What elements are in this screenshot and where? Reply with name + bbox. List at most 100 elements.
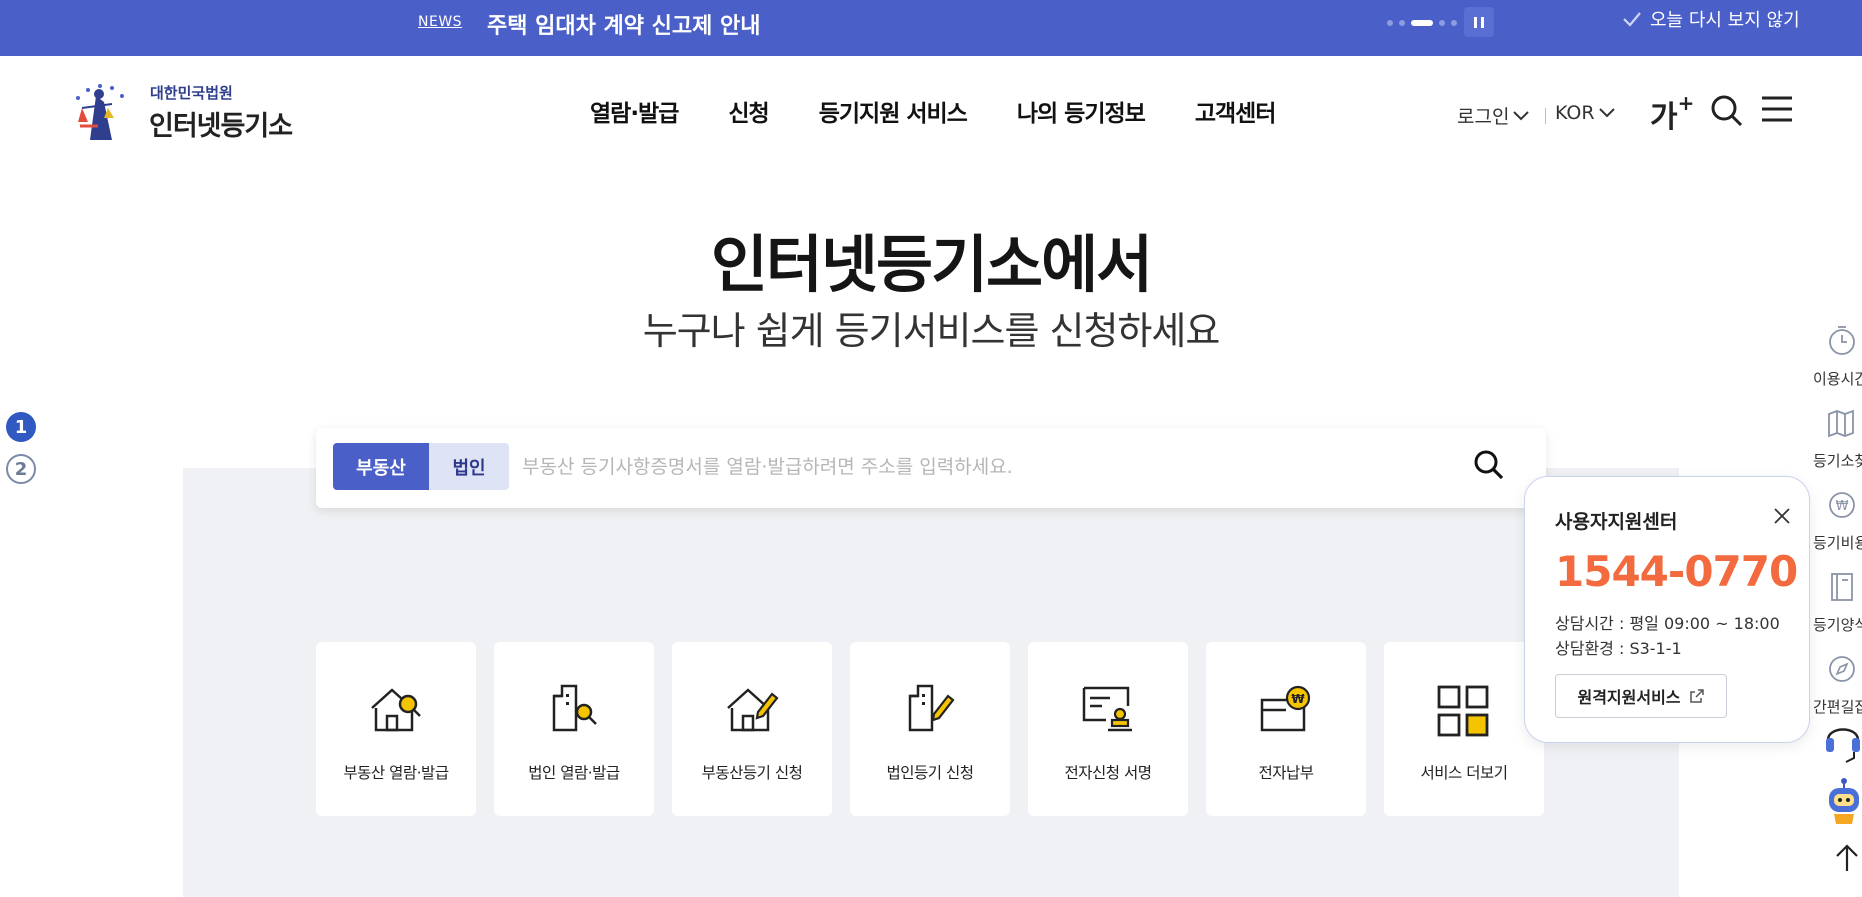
service-card-label: 서비스 더보기 xyxy=(1420,764,1509,782)
hamburger-menu-icon xyxy=(1762,96,1792,122)
headset-icon[interactable] xyxy=(1824,718,1862,768)
font-size-plus: + xyxy=(1677,91,1695,115)
service-card-e-signature[interactable]: 전자신청 서명 xyxy=(1028,642,1188,816)
slide-pager-1[interactable]: 1 xyxy=(6,412,36,442)
font-size-button[interactable]: 가+ xyxy=(1650,91,1695,136)
compass-icon xyxy=(1829,656,1855,682)
login-label: 로그인 xyxy=(1457,106,1510,128)
service-card-label: 법인등기 신청 xyxy=(886,764,975,782)
header-search-button[interactable] xyxy=(1710,94,1744,132)
tab-real-estate[interactable]: 부동산 xyxy=(333,443,429,490)
search-icon xyxy=(1711,95,1743,127)
service-card-real-estate-apply[interactable]: 부동산등기 신청 xyxy=(672,642,832,816)
quick-item-label: 등기소찾 xyxy=(1813,452,1862,470)
close-icon xyxy=(1774,508,1790,524)
news-slide-indicator xyxy=(1387,20,1457,26)
logo-site-name: 인터넷등기소 xyxy=(149,111,293,142)
pause-icon xyxy=(1481,16,1484,28)
document-stamp-icon xyxy=(1082,686,1132,732)
service-card-corporation-view[interactable]: 법인 열람·발급 xyxy=(494,642,654,816)
news-headline-link[interactable]: 주택 임대차 계약 신고제 안내 xyxy=(487,8,761,40)
quick-item-guide[interactable]: 간편길잡 xyxy=(1800,654,1862,724)
logo-court-name: 대한민국법원 xyxy=(150,84,233,102)
quick-item-label: 이용시간 xyxy=(1813,370,1862,388)
map-icon xyxy=(1828,409,1854,438)
news-dot[interactable] xyxy=(1439,20,1445,26)
tab-corporation[interactable]: 법인 xyxy=(429,443,509,490)
support-close-button[interactable] xyxy=(1773,507,1791,529)
won-coin-icon: ₩ xyxy=(1829,492,1855,518)
dismiss-today-button[interactable]: 오늘 다시 보지 않기 xyxy=(1622,6,1800,32)
service-card-label: 부동산등기 신청 xyxy=(701,764,803,782)
svg-text:₩: ₩ xyxy=(1291,692,1305,706)
address-search-input[interactable] xyxy=(522,448,1422,486)
clock-icon xyxy=(1829,326,1855,355)
quick-item-label: 간편길잡 xyxy=(1813,698,1862,716)
news-dot[interactable] xyxy=(1451,20,1457,26)
nav-item-support-service[interactable]: 등기지원 서비스 xyxy=(819,94,968,128)
support-title: 사용자지원센터 xyxy=(1555,511,1678,533)
grid-icon xyxy=(1437,685,1489,737)
quick-item-find-registry[interactable]: 등기소찾 xyxy=(1800,408,1862,478)
check-icon xyxy=(1622,11,1642,27)
nav-item-view-issue[interactable]: 열람·발급 xyxy=(590,94,679,128)
arrow-up-icon xyxy=(1836,844,1858,871)
language-dropdown[interactable]: KOR xyxy=(1555,102,1615,124)
news-dot[interactable] xyxy=(1399,20,1405,26)
service-card-more[interactable]: 서비스 더보기 xyxy=(1384,642,1544,816)
pause-icon xyxy=(1474,16,1477,28)
news-pause-button[interactable] xyxy=(1464,7,1494,37)
building-search-icon xyxy=(552,684,597,732)
remote-support-button[interactable]: 원격지원서비스 xyxy=(1555,674,1727,718)
external-link-icon xyxy=(1689,689,1704,703)
language-label: KOR xyxy=(1555,102,1595,124)
svg-text:₩: ₩ xyxy=(1836,499,1849,514)
news-dot-active[interactable] xyxy=(1411,20,1433,26)
nav-item-my-info[interactable]: 나의 등기정보 xyxy=(1017,94,1146,128)
slide-pager-2[interactable]: 2 xyxy=(6,454,36,484)
court-emblem-icon xyxy=(76,84,124,140)
search-icon xyxy=(1474,450,1504,480)
wallet-won-icon: ₩ xyxy=(1260,685,1311,732)
service-card-label: 부동산 열람·발급 xyxy=(343,764,449,782)
chevron-down-icon xyxy=(1598,108,1615,118)
service-card-label: 전자신청 서명 xyxy=(1064,764,1153,782)
remote-support-label: 원격지원서비스 xyxy=(1577,688,1681,707)
book-icon xyxy=(1831,573,1853,601)
quick-item-cost[interactable]: ₩ 등기비용 xyxy=(1800,490,1862,560)
house-search-icon xyxy=(371,688,421,732)
nav-item-customer-center[interactable]: 고객센터 xyxy=(1195,94,1277,128)
all-menu-button[interactable] xyxy=(1760,94,1794,128)
service-card-label: 전자납부 xyxy=(1258,764,1314,782)
service-card-e-payment[interactable]: ₩ 전자납부 xyxy=(1206,642,1366,816)
address-search-button[interactable] xyxy=(1472,448,1506,486)
quick-item-hours[interactable]: 이용시간 xyxy=(1800,326,1862,396)
site-logo[interactable]: 대한민국법원 인터넷등기소 xyxy=(68,78,303,144)
service-card-label: 법인 열람·발급 xyxy=(528,764,620,782)
chatbot-icon[interactable] xyxy=(1826,778,1862,824)
login-dropdown[interactable]: 로그인 xyxy=(1457,102,1530,129)
address-search-box: 부동산 법인 xyxy=(316,428,1546,508)
service-cards: 부동산 열람·발급 법인 열람·발급 부동산등기 신청 법인등기 신청 전자신청… xyxy=(316,642,1544,816)
chevron-down-icon xyxy=(1513,110,1530,120)
nav-item-apply[interactable]: 신청 xyxy=(728,94,769,128)
news-dot[interactable] xyxy=(1387,20,1393,26)
news-tag: NEWS xyxy=(418,14,463,30)
dismiss-today-label: 오늘 다시 보지 않기 xyxy=(1650,10,1800,31)
service-card-real-estate-view[interactable]: 부동산 열람·발급 xyxy=(316,642,476,816)
house-pen-icon xyxy=(727,688,779,732)
site-header: 대한민국법원 인터넷등기소 열람·발급 신청 등기지원 서비스 나의 등기정보 … xyxy=(0,56,1862,166)
font-size-label: 가 xyxy=(1650,100,1678,135)
util-divider xyxy=(1545,108,1546,124)
main-nav: 열람·발급 신청 등기지원 서비스 나의 등기정보 고객센터 xyxy=(590,94,1277,128)
news-bar: NEWS 주택 임대차 계약 신고제 안내 오늘 다시 보지 않기 xyxy=(0,0,1862,56)
support-env: 상담환경 : S3-1-1 xyxy=(1555,639,1682,658)
building-pen-icon xyxy=(908,684,955,732)
quick-item-label: 등기비용 xyxy=(1813,534,1862,552)
service-card-corporation-apply[interactable]: 법인등기 신청 xyxy=(850,642,1010,816)
hero-subtitle: 누구나 쉽게 등기서비스를 신청하세요 xyxy=(642,309,1221,353)
support-phone: 1544-0770 xyxy=(1555,547,1798,596)
quick-item-forms[interactable]: 등기양식 xyxy=(1800,572,1862,642)
scroll-top-button[interactable] xyxy=(1832,843,1862,877)
quick-item-label: 등기양식 xyxy=(1813,616,1862,634)
